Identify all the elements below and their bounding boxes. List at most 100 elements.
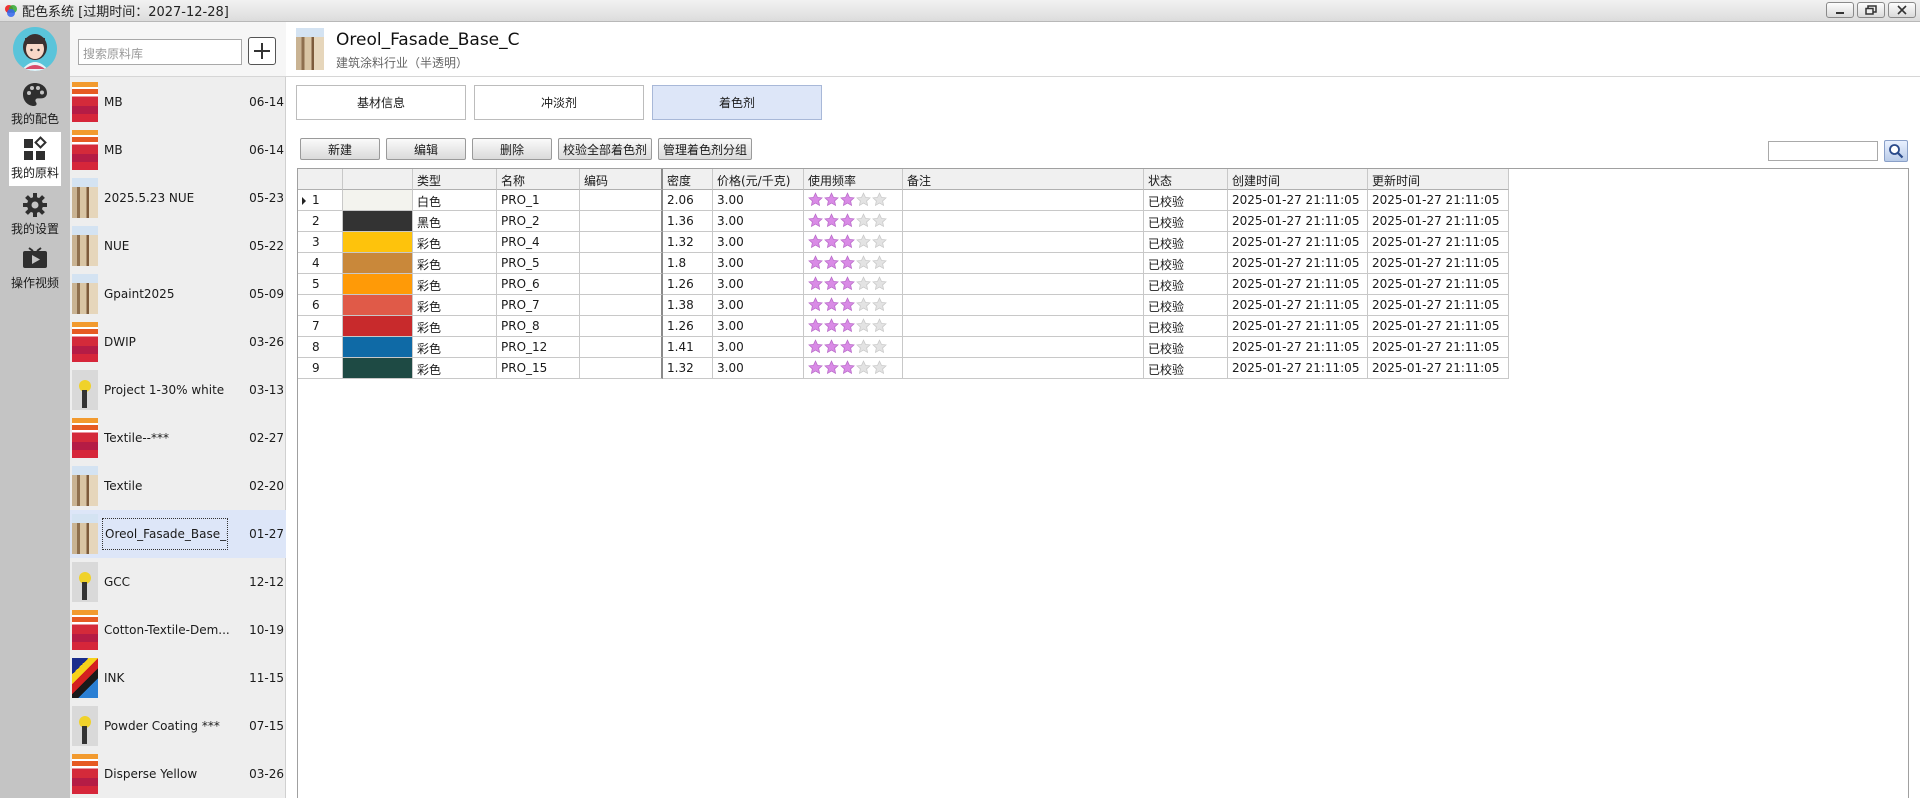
table-row[interactable]: 5 彩色 PRO_6 1.26 3.00 已校验 2025-01-27 21:11:05 20… bbox=[298, 274, 1908, 295]
row-number-cell: 9 bbox=[298, 358, 343, 379]
column-header-color-swatch[interactable] bbox=[343, 169, 413, 190]
verify-all-colorants-button[interactable]: 校验全部着色剂 bbox=[558, 138, 653, 160]
column-header-code[interactable]: 编码 bbox=[580, 169, 663, 190]
nav-my-materials[interactable]: 我的原料 bbox=[9, 132, 61, 186]
table-row[interactable]: 2 黑色 PRO_2 1.36 3.00 已校验 2025-01-27 21:11:05 20… bbox=[298, 211, 1908, 232]
library-item[interactable]: Project 1-30% white 03-13 bbox=[70, 366, 286, 414]
table-header: 类型 名称 编码 密度 价格(元/千克) 使用频率 备注 状态 创建时间 更新时间 bbox=[298, 169, 1908, 190]
column-header-usage-frequency[interactable]: 使用频率 bbox=[804, 169, 903, 190]
created-time-cell: 2025-01-27 21:11:05 bbox=[1228, 253, 1368, 274]
restore-button[interactable] bbox=[1857, 2, 1885, 18]
table-search-button[interactable] bbox=[1884, 140, 1908, 162]
library-item[interactable]: Textile 02-20 bbox=[70, 462, 286, 510]
star-icon bbox=[872, 234, 887, 249]
library-item[interactable]: Cotton-Textile-Dem... 10-19 bbox=[70, 606, 286, 654]
library-item[interactable]: 2025.5.23 NUE 05-23 bbox=[70, 174, 286, 222]
type-cell: 黑色 bbox=[413, 211, 497, 232]
colorant-table: 类型 名称 编码 密度 价格(元/千克) 使用频率 备注 状态 创建时间 更新时间 1 白色 PRO_… bbox=[297, 168, 1909, 798]
usage-frequency-stars bbox=[804, 274, 903, 295]
usage-frequency-stars bbox=[804, 190, 903, 211]
library-item-thumbnail bbox=[72, 466, 98, 506]
usage-frequency-stars bbox=[804, 295, 903, 316]
name-cell: PRO_5 bbox=[497, 253, 580, 274]
code-cell bbox=[580, 253, 663, 274]
edit-button[interactable]: 编辑 bbox=[386, 138, 466, 160]
library-item[interactable]: Disperse Yellow 03-26 bbox=[70, 750, 286, 798]
search-icon bbox=[1889, 144, 1904, 159]
table-row[interactable]: 1 白色 PRO_1 2.06 3.00 已校验 2025-01-27 21:11:05 20… bbox=[298, 190, 1908, 211]
nav-tutorial-videos[interactable]: 操作视频 bbox=[0, 242, 70, 296]
note-cell bbox=[903, 232, 1144, 253]
note-cell bbox=[903, 316, 1144, 337]
code-cell bbox=[580, 232, 663, 253]
library-item[interactable]: Textile--*** 02-27 bbox=[70, 414, 286, 462]
color-swatch bbox=[343, 358, 413, 379]
table-row[interactable]: 6 彩色 PRO_7 1.38 3.00 已校验 2025-01-27 21:11:05 20… bbox=[298, 295, 1908, 316]
name-cell: PRO_7 bbox=[497, 295, 580, 316]
library-item[interactable]: Gpaint2025 05-09 bbox=[70, 270, 286, 318]
star-icon bbox=[840, 192, 855, 207]
star-icon bbox=[824, 276, 839, 291]
column-header-created-time[interactable]: 创建时间 bbox=[1228, 169, 1368, 190]
library-item-thumbnail bbox=[72, 706, 98, 746]
star-icon bbox=[856, 192, 871, 207]
column-header-density[interactable]: 密度 bbox=[663, 169, 713, 190]
row-number: 4 bbox=[312, 256, 320, 270]
nav-my-settings[interactable]: 我的设置 bbox=[0, 188, 70, 242]
table-row[interactable]: 4 彩色 PRO_5 1.8 3.00 已校验 2025-01-27 21:11:05 202… bbox=[298, 253, 1908, 274]
column-header-row-number[interactable] bbox=[298, 169, 343, 190]
table-row[interactable]: 8 彩色 PRO_12 1.41 3.00 已校验 2025-01-27 21:11:05 2… bbox=[298, 337, 1908, 358]
manage-colorant-groups-button[interactable]: 管理着色剂分组 bbox=[658, 138, 753, 160]
code-cell bbox=[580, 211, 663, 232]
library-item-name: INK bbox=[104, 671, 125, 685]
nav-my-palettes[interactable]: 我的配色 bbox=[0, 78, 70, 132]
minimize-button[interactable] bbox=[1826, 2, 1854, 18]
column-header-name[interactable]: 名称 bbox=[497, 169, 580, 190]
column-header-type[interactable]: 类型 bbox=[413, 169, 497, 190]
tab-diluent[interactable]: 冲淡剂 bbox=[474, 85, 644, 120]
table-row[interactable]: 7 彩色 PRO_8 1.26 3.00 已校验 2025-01-27 21:11:05 20… bbox=[298, 316, 1908, 337]
library-item[interactable]: INK 11-15 bbox=[70, 654, 286, 702]
library-search-bar: 搜索原料库 bbox=[70, 22, 286, 77]
name-cell: PRO_15 bbox=[497, 358, 580, 379]
library-item[interactable]: MB 06-14 bbox=[70, 126, 286, 174]
table-search-input[interactable] bbox=[1768, 141, 1878, 161]
library-item[interactable]: NUE 05-22 bbox=[70, 222, 286, 270]
delete-button[interactable]: 删除 bbox=[472, 138, 552, 160]
library-item-date: 06-14 bbox=[249, 143, 284, 157]
name-cell: PRO_4 bbox=[497, 232, 580, 253]
created-time-cell: 2025-01-27 21:11:05 bbox=[1228, 211, 1368, 232]
star-icon bbox=[856, 360, 871, 375]
library-item[interactable]: GCC 12-12 bbox=[70, 558, 286, 606]
note-cell bbox=[903, 295, 1144, 316]
library-item-thumbnail bbox=[72, 178, 98, 218]
tab-colorants[interactable]: 着色剂 bbox=[652, 85, 822, 120]
library-item[interactable]: Powder Coating *** 07-15 bbox=[70, 702, 286, 750]
tab-substrate-info[interactable]: 基材信息 bbox=[296, 85, 466, 120]
library-item[interactable]: MB 06-14 bbox=[70, 78, 286, 126]
star-icon bbox=[808, 276, 823, 291]
table-row[interactable]: 3 彩色 PRO_4 1.32 3.00 已校验 2025-01-27 21:11:05 20… bbox=[298, 232, 1908, 253]
library-search-input[interactable]: 搜索原料库 bbox=[78, 39, 242, 65]
star-icon bbox=[824, 234, 839, 249]
library-item[interactable]: Oreol_Fasade_Base_C 01-27 bbox=[70, 510, 286, 558]
left-nav: 我的配色 我的原料 我的设置 操作视频 bbox=[0, 22, 70, 798]
library-item-date: 06-14 bbox=[249, 95, 284, 109]
table-row[interactable]: 9 彩色 PRO_15 1.32 3.00 已校验 2025-01-27 21:11:05 2… bbox=[298, 358, 1908, 379]
add-library-button[interactable] bbox=[248, 37, 276, 65]
avatar[interactable] bbox=[13, 27, 57, 71]
column-header-status[interactable]: 状态 bbox=[1144, 169, 1228, 190]
column-header-updated-time[interactable]: 更新时间 bbox=[1368, 169, 1509, 190]
close-button[interactable] bbox=[1888, 2, 1916, 18]
column-header-note[interactable]: 备注 bbox=[903, 169, 1144, 190]
library-item[interactable]: DWIP 03-26 bbox=[70, 318, 286, 366]
library-item-name: MB bbox=[104, 143, 123, 157]
star-icon bbox=[872, 318, 887, 333]
column-header-price[interactable]: 价格(元/千克) bbox=[713, 169, 804, 190]
price-cell: 3.00 bbox=[713, 358, 804, 379]
created-time-cell: 2025-01-27 21:11:05 bbox=[1228, 337, 1368, 358]
new-button[interactable]: 新建 bbox=[300, 138, 380, 160]
star-icon bbox=[840, 360, 855, 375]
updated-time-cell: 2025-01-27 21:11:05 bbox=[1368, 358, 1509, 379]
star-icon bbox=[872, 213, 887, 228]
